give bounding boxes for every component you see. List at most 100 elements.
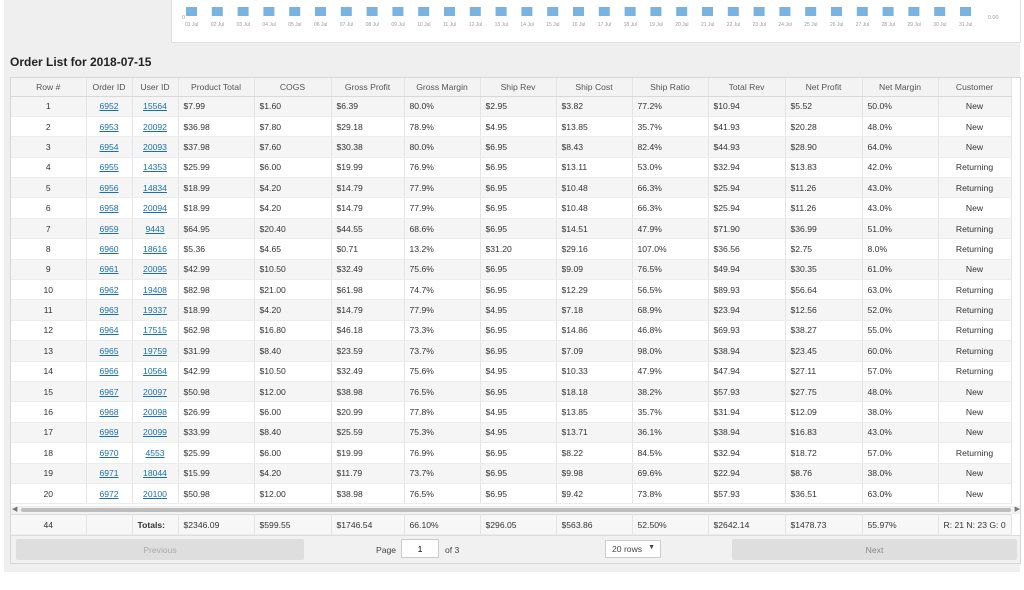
order-id-link[interactable]: 6960	[99, 244, 118, 254]
table-row[interactable]: 3 6954 20093 $37.98 $7.60 $30.38 80.0% $6.95 $8.…	[11, 136, 1012, 158]
chart-bar[interactable]	[856, 7, 868, 16]
column-header[interactable]: Product Total	[178, 78, 255, 97]
order-id-link[interactable]: 6964	[99, 325, 118, 335]
chart-bar[interactable]	[727, 7, 739, 16]
column-header[interactable]: Net Margin	[862, 78, 939, 97]
user-id-link[interactable]: 19337	[143, 305, 167, 315]
chart-bar[interactable]	[289, 7, 301, 16]
column-header[interactable]: Ship Rev	[480, 78, 557, 97]
table-row[interactable]: 9 6961 20095 $42.99 $10.50 $32.49 75.6% $6.95 $9…	[11, 259, 1012, 281]
grid-body[interactable]: Row # Order ID User ID Product Total COGS Gro…	[11, 78, 1020, 508]
order-id-link[interactable]: 6972	[99, 489, 118, 499]
column-header[interactable]: COGS	[254, 78, 332, 97]
chart-bar[interactable]	[469, 7, 481, 16]
user-id-link[interactable]: 20095	[143, 264, 167, 274]
column-header[interactable]: User ID	[132, 78, 179, 97]
user-id-link[interactable]: 20092	[143, 122, 167, 132]
user-id-link[interactable]: 18044	[143, 468, 167, 478]
user-id-link[interactable]: 20099	[143, 427, 167, 437]
rows-per-page-select[interactable]: 20 rows ▼	[605, 540, 661, 558]
user-id-link[interactable]: 17515	[143, 325, 167, 335]
user-id-link[interactable]: 19408	[143, 285, 167, 295]
order-id-link[interactable]: 6967	[99, 387, 118, 397]
chart-bar[interactable]	[444, 7, 455, 16]
column-header[interactable]: Total Rev	[708, 78, 786, 97]
chart-bar[interactable]	[547, 7, 559, 16]
chart-bar[interactable]	[315, 7, 326, 16]
chart-bar[interactable]	[340, 7, 352, 16]
chart-bar[interactable]	[495, 7, 507, 16]
chart-bar[interactable]	[934, 7, 946, 16]
user-id-link[interactable]: 9443	[145, 224, 164, 234]
chart-bar[interactable]	[805, 7, 817, 16]
chart-bar[interactable]	[960, 7, 971, 16]
scrollbar-thumb[interactable]	[21, 508, 1011, 512]
chart-bar[interactable]	[831, 7, 842, 16]
chart-bar[interactable]	[753, 7, 765, 16]
order-id-link[interactable]: 6956	[99, 183, 118, 193]
chart-bar[interactable]	[598, 7, 610, 16]
column-header[interactable]: Gross Margin	[404, 78, 481, 97]
column-header[interactable]: Row #	[11, 78, 87, 97]
chart-bar[interactable]	[779, 7, 791, 16]
table-row[interactable]: 19 6971 18044 $15.99 $4.20 $11.79 73.7% $6.95 $9…	[11, 463, 1012, 484]
order-id-link[interactable]: 6959	[99, 224, 118, 234]
order-id-link[interactable]: 6970	[99, 448, 118, 458]
table-row[interactable]: 14 6966 10564 $42.99 $10.50 $32.49 75.6% $4.95 $…	[11, 361, 1012, 382]
horizontal-scrollbar[interactable]: ◀ ▶	[11, 506, 1020, 514]
arrow-right-icon[interactable]: ▶	[1015, 506, 1020, 514]
arrow-left-icon[interactable]: ◀	[12, 506, 17, 514]
next-button[interactable]: Next	[732, 539, 1017, 560]
table-row[interactable]: 6 6958 20094 $18.99 $4.20 $14.79 77.9% $6.95 $10…	[11, 197, 1012, 219]
order-id-link[interactable]: 6963	[99, 305, 118, 315]
user-id-link[interactable]: 18616	[143, 244, 167, 254]
order-id-link[interactable]: 6962	[99, 285, 118, 295]
chart-bar[interactable]	[392, 7, 404, 16]
chart-bar[interactable]	[418, 7, 430, 16]
column-header[interactable]: Order ID	[86, 78, 133, 97]
chart-bar[interactable]	[573, 7, 584, 16]
column-header[interactable]: Ship Ratio	[632, 78, 709, 97]
user-id-link[interactable]: 20098	[143, 407, 167, 417]
table-row[interactable]: 8 6960 18616 $5.36 $4.65 $0.71 13.2% $31.20 $29.…	[11, 238, 1012, 260]
table-row[interactable]: 10 6962 19408 $82.98 $21.00 $61.98 74.7% $6.95 $…	[11, 279, 1012, 301]
column-header[interactable]: Gross Profit	[331, 78, 405, 97]
order-id-link[interactable]: 6965	[99, 346, 118, 356]
order-id-link[interactable]: 6954	[99, 142, 118, 152]
column-header[interactable]: Ship Cost	[556, 78, 633, 97]
user-id-link[interactable]: 14353	[143, 162, 167, 172]
user-id-link[interactable]: 19759	[143, 346, 167, 356]
order-id-link[interactable]: 6961	[99, 264, 118, 274]
order-id-link[interactable]: 6971	[99, 468, 118, 478]
user-id-link[interactable]: 20093	[143, 142, 167, 152]
chart-bar[interactable]	[366, 7, 378, 16]
user-id-link[interactable]: 20094	[143, 203, 167, 213]
column-header[interactable]: Customer	[938, 78, 1012, 97]
order-id-link[interactable]: 6968	[99, 407, 118, 417]
user-id-link[interactable]: 15564	[143, 101, 167, 111]
table-row[interactable]: 16 6968 20098 $26.99 $6.00 $20.99 77.8% $4.95 $1…	[11, 401, 1012, 423]
user-id-link[interactable]: 20100	[143, 489, 167, 499]
chart-bar[interactable]	[676, 7, 688, 16]
page-number-input[interactable]	[401, 539, 439, 558]
column-header[interactable]: Net Profit	[785, 78, 863, 97]
table-row[interactable]: 1 6952 15564 $7.99 $1.60 $6.39 80.0% $2.95 $3.82…	[11, 96, 1012, 117]
order-id-link[interactable]: 6953	[99, 122, 118, 132]
chart-bar[interactable]	[702, 7, 713, 16]
previous-button[interactable]: Previous	[16, 539, 304, 560]
chart-bar[interactable]	[521, 7, 533, 16]
chart-bar[interactable]	[211, 7, 223, 16]
user-id-link[interactable]: 4553	[145, 448, 164, 458]
user-id-link[interactable]: 14834	[143, 183, 167, 193]
table-row[interactable]: 5 6956 14834 $18.99 $4.20 $14.79 77.9% $6.95 $10…	[11, 177, 1012, 199]
chart-bar[interactable]	[882, 7, 894, 16]
order-id-link[interactable]: 6955	[99, 162, 118, 172]
user-id-link[interactable]: 20097	[143, 387, 167, 397]
table-row[interactable]: 11 6963 19337 $18.99 $4.20 $14.79 77.9% $4.95 $7…	[11, 299, 1012, 321]
table-row[interactable]: 12 6964 17515 $62.98 $16.80 $46.18 73.3% $6.95 $…	[11, 320, 1012, 342]
chart-bar[interactable]	[650, 7, 662, 16]
chart-bar[interactable]	[263, 7, 275, 16]
table-row[interactable]: 15 6967 20097 $50.98 $12.00 $38.98 76.5% $6.95 $…	[11, 381, 1012, 403]
table-row[interactable]: 4 6955 14353 $25.99 $6.00 $19.99 76.9% $6.95 $13…	[11, 157, 1012, 179]
order-id-link[interactable]: 6966	[99, 366, 118, 376]
